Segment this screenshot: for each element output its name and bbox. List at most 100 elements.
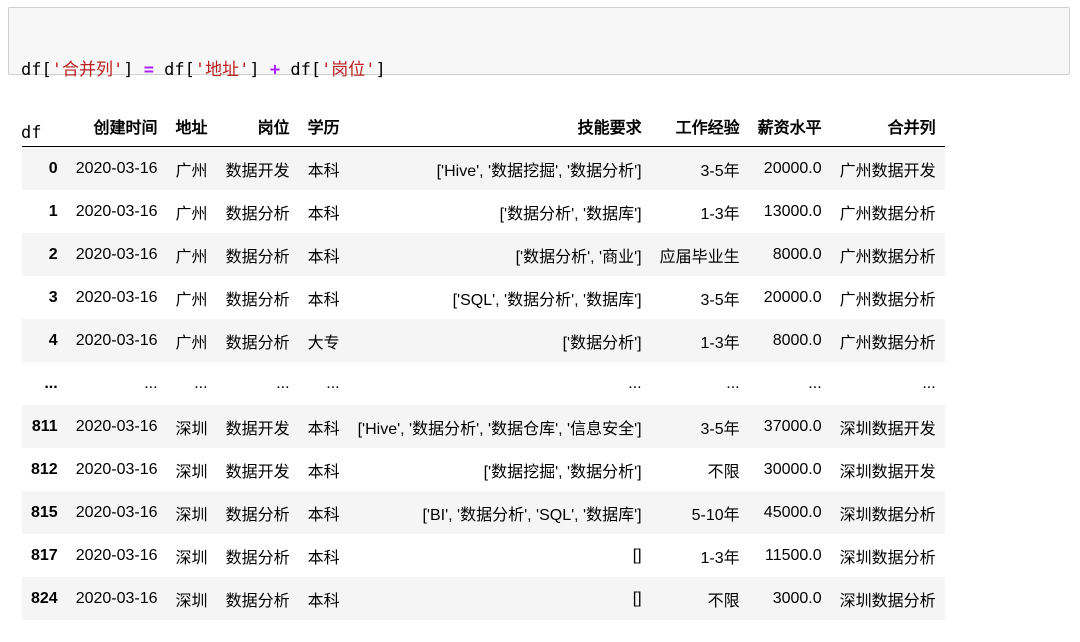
table-cell: 3-5年 xyxy=(700,291,740,309)
table-cell: 30000.0 xyxy=(763,460,822,478)
table-cell: 1-3年 xyxy=(700,549,740,567)
table-row: 1 2020-03-16 广州 数据分析 本科 ['数据分析', '数据库'] 1-3年 13… xyxy=(22,190,945,233)
table-cell: 广州 xyxy=(175,248,208,266)
table-cell: 广州数据开发 xyxy=(839,162,936,180)
table-cell: 深圳数据分析 xyxy=(839,506,936,524)
table-cell: ... xyxy=(808,374,822,392)
code-token: ] xyxy=(375,60,386,80)
table-cell: 2020-03-16 xyxy=(75,503,158,521)
table-row: ........................... xyxy=(22,362,945,405)
table-cell: 数据分析 xyxy=(225,549,290,567)
code-token: = xyxy=(143,60,154,80)
code-token: df[ xyxy=(153,60,195,80)
column-header: 创建时间 xyxy=(66,106,167,147)
table-cell: [] xyxy=(632,546,642,564)
table-cell: 广州 xyxy=(175,162,208,180)
table-cell: 本科 xyxy=(307,162,340,180)
table-cell: 2020-03-16 xyxy=(75,546,158,564)
table-cell: 2020-03-16 xyxy=(75,288,158,306)
table-cell: 不限 xyxy=(707,592,740,610)
column-header: 薪资水平 xyxy=(748,106,831,147)
table-cell: 3000.0 xyxy=(772,589,822,607)
row-index: 1 xyxy=(48,202,58,220)
table-cell: 2020-03-16 xyxy=(75,589,158,607)
table-cell: 广州数据分析 xyxy=(839,248,936,266)
table-cell: 广州数据分析 xyxy=(839,205,936,223)
table-cell: 本科 xyxy=(307,420,340,438)
table-cell: 广州 xyxy=(175,334,208,352)
table-cell: 数据开发 xyxy=(225,463,290,481)
table-row: 811 2020-03-16 深圳 数据开发 本科 ['Hive', '数据分析', '数… xyxy=(22,405,945,448)
table-cell: 13000.0 xyxy=(763,202,822,220)
table-cell: ... xyxy=(276,374,290,392)
table-cell: 本科 xyxy=(307,506,340,524)
dataframe-output-table: 创建时间 地址 岗位 学历 技能要求 工作经验 薪资水平 合并列 0 2020-03-16 广州数… xyxy=(22,106,945,620)
table-cell: 深圳数据分析 xyxy=(839,549,936,567)
code-token: '地址' xyxy=(194,60,250,80)
table-cell: 本科 xyxy=(307,549,340,567)
table-cell: 20000.0 xyxy=(763,159,822,177)
table-cell: 广州数据分析 xyxy=(839,334,936,352)
row-index: 812 xyxy=(31,460,58,478)
code-input-cell[interactable]: df['合并列'] = df['地址'] + df['岗位'] df xyxy=(8,7,1070,143)
table-cell: 广州数据分析 xyxy=(839,291,936,309)
row-index: 0 xyxy=(48,159,58,177)
table-cell: 广州 xyxy=(175,291,208,309)
table-cell: 广州 xyxy=(175,205,208,223)
table-cell: 2020-03-16 xyxy=(75,245,158,263)
table-cell: 深圳 xyxy=(175,592,208,610)
column-header: 工作经验 xyxy=(650,106,749,147)
table-cell: 深圳 xyxy=(175,549,208,567)
table-cell: ... xyxy=(726,374,740,392)
code-token: '岗位' xyxy=(321,60,376,80)
index-header xyxy=(22,106,67,147)
table-cell: 数据分析 xyxy=(225,334,290,352)
table-cell: 3-5年 xyxy=(700,162,740,180)
row-index: ... xyxy=(44,374,58,392)
table-cell: 1-3年 xyxy=(700,205,740,223)
table-cell: 本科 xyxy=(307,248,340,266)
table-cell: ... xyxy=(194,374,208,392)
table-row: 4 2020-03-16 广州 数据分析 大专 ['数据分析'] 1-3年 8000.0 广州数… xyxy=(22,319,945,362)
code-token: df[ xyxy=(21,60,52,80)
table-row: 815 2020-03-16 深圳 数据分析 本科 ['BI', '数据分析', 'SQL… xyxy=(22,491,945,534)
row-index: 815 xyxy=(31,503,58,521)
column-header: 学历 xyxy=(298,106,349,147)
table-cell: ... xyxy=(144,374,158,392)
table-cell: 不限 xyxy=(707,463,740,481)
table-cell: 数据分析 xyxy=(225,506,290,524)
column-header: 岗位 xyxy=(216,106,299,147)
table-cell: 2020-03-16 xyxy=(75,417,158,435)
table-cell: 2020-03-16 xyxy=(75,331,158,349)
table-cell: 深圳数据分析 xyxy=(839,592,936,610)
table-cell: 1-3年 xyxy=(700,334,740,352)
table-cell: ['Hive', '数据分析', '数据仓库', '信息安全'] xyxy=(357,420,642,438)
table-cell: 数据开发 xyxy=(225,420,290,438)
row-index: 3 xyxy=(48,288,58,306)
table-cell: 深圳 xyxy=(175,420,208,438)
table-cell: 2020-03-16 xyxy=(75,202,158,220)
table-header-row: 创建时间 地址 岗位 学历 技能要求 工作经验 薪资水平 合并列 xyxy=(22,106,945,147)
table-cell: 数据分析 xyxy=(225,248,290,266)
row-index: 817 xyxy=(31,546,58,564)
table-cell: ['数据挖掘', '数据分析'] xyxy=(483,463,642,481)
table-cell: 数据分析 xyxy=(225,291,290,309)
column-header: 合并列 xyxy=(830,106,945,147)
column-header: 地址 xyxy=(166,106,217,147)
table-cell: ['数据分析', '商业'] xyxy=(515,248,642,266)
table-cell: 本科 xyxy=(307,592,340,610)
table-cell: 8000.0 xyxy=(772,245,822,263)
table-cell: 11500.0 xyxy=(764,546,822,564)
table-cell: 本科 xyxy=(307,205,340,223)
table-cell: 3-5年 xyxy=(700,420,740,438)
table-cell: ['数据分析', '数据库'] xyxy=(499,205,642,223)
table-cell: [] xyxy=(632,589,642,607)
table-cell: 本科 xyxy=(307,463,340,481)
row-index: 811 xyxy=(31,417,58,435)
table-cell: 37000.0 xyxy=(763,417,822,435)
table-cell: 深圳 xyxy=(175,506,208,524)
table-row: 824 2020-03-16 深圳 数据分析 本科[] 不限 3000.0 深圳数据分析 xyxy=(22,577,945,620)
table-cell: ... xyxy=(922,374,936,392)
table-cell: 2020-03-16 xyxy=(75,159,158,177)
code-token: + xyxy=(269,60,281,80)
